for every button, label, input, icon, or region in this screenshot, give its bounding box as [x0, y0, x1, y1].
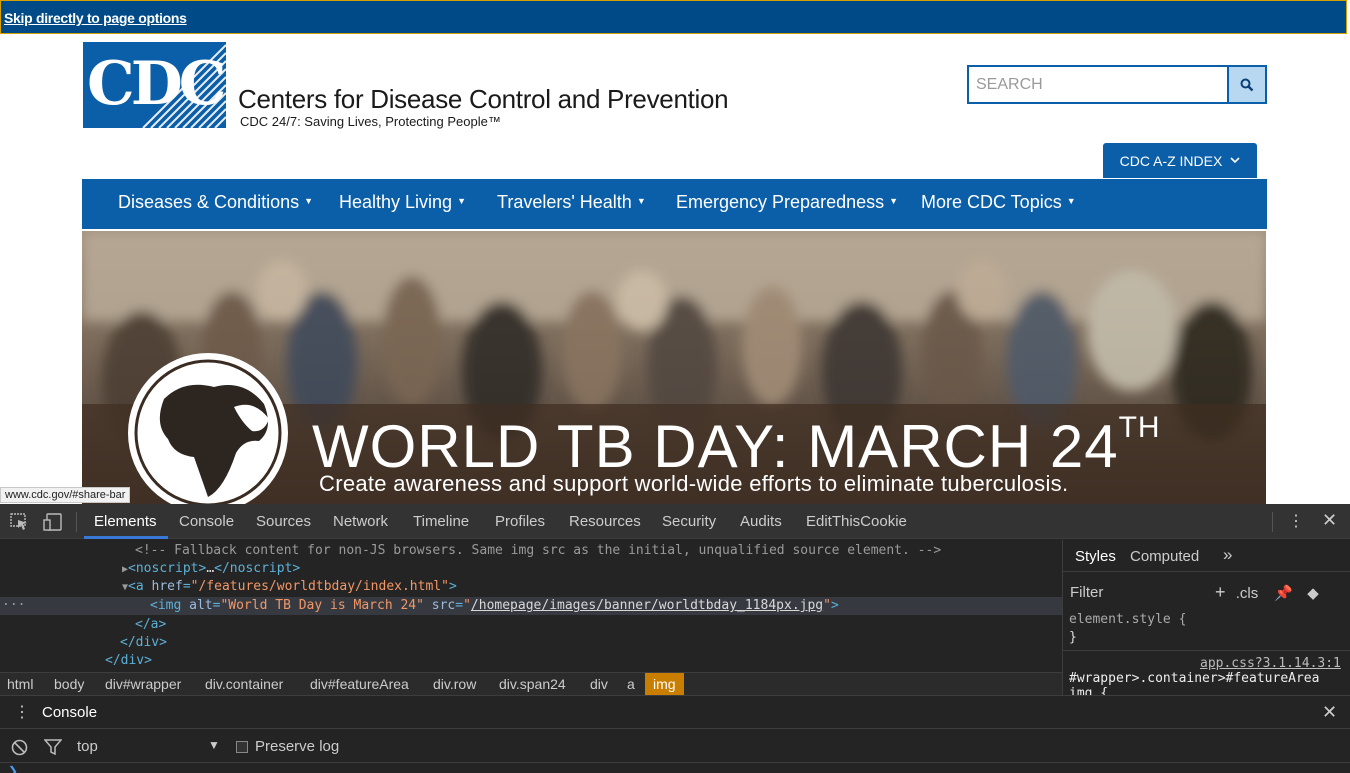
org-name[interactable]: Centers for Disease Control and Preventi…	[238, 84, 729, 115]
cls-toggle[interactable]: .cls	[1236, 585, 1259, 602]
search-icon	[1240, 78, 1254, 91]
styles-toolbar: + .cls 📌 ◆	[1215, 582, 1319, 603]
inspect-element-icon[interactable]	[10, 513, 30, 531]
drawer-header: ⋮ Console ✕	[0, 696, 1350, 729]
tab-resources[interactable]: Resources	[569, 513, 641, 530]
more-menu-icon[interactable]: ⋮	[1288, 511, 1304, 533]
svg-text:CDC: CDC	[87, 49, 224, 119]
active-tab-indicator	[84, 536, 168, 539]
code-img-selected[interactable]: ... <img alt="World TB Day is March 24" …	[0, 594, 1062, 615]
tab-editthiscookie[interactable]: EditThisCookie	[806, 513, 907, 530]
preserve-log-label[interactable]: Preserve log	[255, 738, 339, 755]
crumb-div-row[interactable]: div.row	[433, 676, 476, 692]
crumb-div[interactable]: div	[590, 676, 608, 692]
element-style-rule[interactable]: element.style {	[1069, 612, 1186, 627]
dom-breadcrumb: html body div#wrapper div.container div#…	[0, 672, 1062, 695]
console-prompt-icon[interactable]: ❯	[8, 764, 18, 773]
az-index-button[interactable]: CDC A-Z INDEX	[1103, 143, 1257, 178]
crumb-div-span24[interactable]: div.span24	[499, 676, 566, 692]
code-a-close[interactable]: </a>	[135, 616, 166, 634]
tagline: CDC 24/7: Saving Lives, Protecting Peopl…	[240, 114, 501, 129]
clear-console-icon[interactable]	[11, 739, 28, 756]
nav-healthy-living[interactable]: Healthy Living ▼	[339, 192, 466, 213]
tab-timeline[interactable]: Timeline	[413, 513, 469, 530]
cdc-logo[interactable]: CDC	[83, 42, 226, 128]
main-nav: Diseases & Conditions ▼ Healthy Living ▼ T…	[82, 179, 1267, 229]
add-rule-icon[interactable]: +	[1215, 582, 1226, 602]
css-selector-continued[interactable]: img {	[1069, 686, 1108, 695]
nav-diseases-conditions[interactable]: Diseases & Conditions ▼	[118, 192, 313, 213]
skip-link[interactable]: Skip directly to page options	[4, 10, 187, 26]
crumb-body[interactable]: body	[54, 676, 84, 692]
close-drawer-icon[interactable]: ✕	[1322, 702, 1337, 723]
code-div-close[interactable]: </div>	[120, 634, 167, 652]
banner-subtitle: Create awareness and support world-wide …	[319, 471, 1069, 496]
pin-icon[interactable]: 📌	[1274, 585, 1293, 602]
caret-down-icon: ▼	[636, 196, 646, 206]
nav-travelers-health[interactable]: Travelers' Health ▼	[497, 192, 646, 213]
diamond-icon[interactable]: ◆	[1307, 585, 1319, 602]
tab-styles[interactable]: Styles	[1075, 548, 1116, 565]
crumb-div-featurearea[interactable]: div#featureArea	[310, 676, 409, 692]
code-div-close[interactable]: </div>	[105, 652, 152, 670]
css-selector[interactable]: #wrapper>.container>#featureArea	[1069, 671, 1319, 686]
skip-bar: Skip directly to page options	[0, 0, 1347, 34]
crumb-div-wrapper[interactable]: div#wrapper	[105, 676, 181, 692]
caret-down-icon: ▼	[889, 196, 899, 206]
tab-elements[interactable]: Elements	[94, 513, 157, 530]
search-box	[967, 65, 1267, 104]
crumb-a[interactable]: a	[627, 676, 635, 692]
caret-down-icon: ▼	[1066, 196, 1076, 206]
tab-audits[interactable]: Audits	[740, 513, 782, 530]
crumb-div-container[interactable]: div.container	[205, 676, 283, 692]
preserve-log-checkbox[interactable]	[236, 741, 248, 753]
tab-computed[interactable]: Computed	[1130, 548, 1199, 565]
filter-icon[interactable]	[44, 739, 62, 755]
toolbar-divider	[1272, 512, 1273, 532]
styles-filter-label[interactable]: Filter	[1070, 584, 1103, 601]
dropdown-arrow-icon[interactable]: ▼	[208, 738, 220, 752]
console-drawer: ⋮ Console ✕ top ▼ Preserve log ❯	[0, 695, 1350, 773]
feature-banner[interactable]: WORLD TB DAY: MARCH 24TH Create awarenes…	[82, 231, 1266, 504]
caret-down-icon: ▼	[304, 196, 314, 206]
code-noscript[interactable]: ▶<noscript>…</noscript>	[122, 560, 300, 578]
tab-console[interactable]: Console	[179, 513, 234, 530]
search-button[interactable]	[1227, 67, 1265, 102]
tab-sources[interactable]: Sources	[256, 513, 311, 530]
console-toolbar: top ▼ Preserve log	[0, 730, 1350, 763]
tab-security[interactable]: Security	[662, 513, 716, 530]
logo-graphic: CDC	[83, 42, 226, 128]
crumb-html[interactable]: html	[7, 676, 33, 692]
az-index-label: CDC A-Z INDEX	[1119, 152, 1223, 169]
search-input[interactable]	[969, 67, 1227, 102]
drawer-menu-icon[interactable]: ⋮	[14, 702, 30, 722]
crumb-img-active[interactable]: img	[645, 673, 684, 695]
drawer-tab-console[interactable]: Console	[42, 704, 97, 721]
devtools-tab-bar: Elements Console Sources Network Timelin…	[0, 504, 1350, 539]
close-brace: }	[1069, 630, 1077, 645]
context-selector[interactable]: top	[77, 738, 98, 755]
tab-network[interactable]: Network	[333, 513, 388, 530]
chevron-down-icon	[1230, 157, 1240, 164]
more-tabs-icon[interactable]: »	[1223, 545, 1232, 565]
close-devtools-icon[interactable]: ✕	[1322, 510, 1337, 531]
device-mode-icon[interactable]	[43, 513, 63, 531]
nav-emergency-preparedness[interactable]: Emergency Preparedness ▼	[676, 192, 898, 213]
code-a-open[interactable]: ▼<a href="/features/worldtbday/index.htm…	[122, 578, 457, 596]
devtools-panel: Elements Console Sources Network Timelin…	[0, 504, 1350, 773]
nav-more-cdc-topics[interactable]: More CDC Topics ▼	[921, 192, 1076, 213]
styles-pane: Styles Computed » Filter + .cls 📌 ◆ elem…	[1062, 540, 1350, 695]
toolbar-divider	[76, 512, 77, 532]
code-comment[interactable]: <!-- Fallback content for non-JS browser…	[135, 542, 941, 560]
styles-tab-bar: Styles Computed »	[1063, 540, 1350, 572]
globe-icon	[128, 353, 288, 504]
stylesheet-source-link[interactable]: app.css?3.1.14.3:1	[1200, 656, 1341, 671]
status-url: www.cdc.gov/#share-bar	[0, 487, 131, 503]
rule-divider	[1063, 650, 1350, 651]
caret-down-icon: ▼	[457, 196, 466, 206]
tab-profiles[interactable]: Profiles	[495, 513, 545, 530]
elements-tree[interactable]: <!-- Fallback content for non-JS browser…	[0, 540, 1062, 672]
